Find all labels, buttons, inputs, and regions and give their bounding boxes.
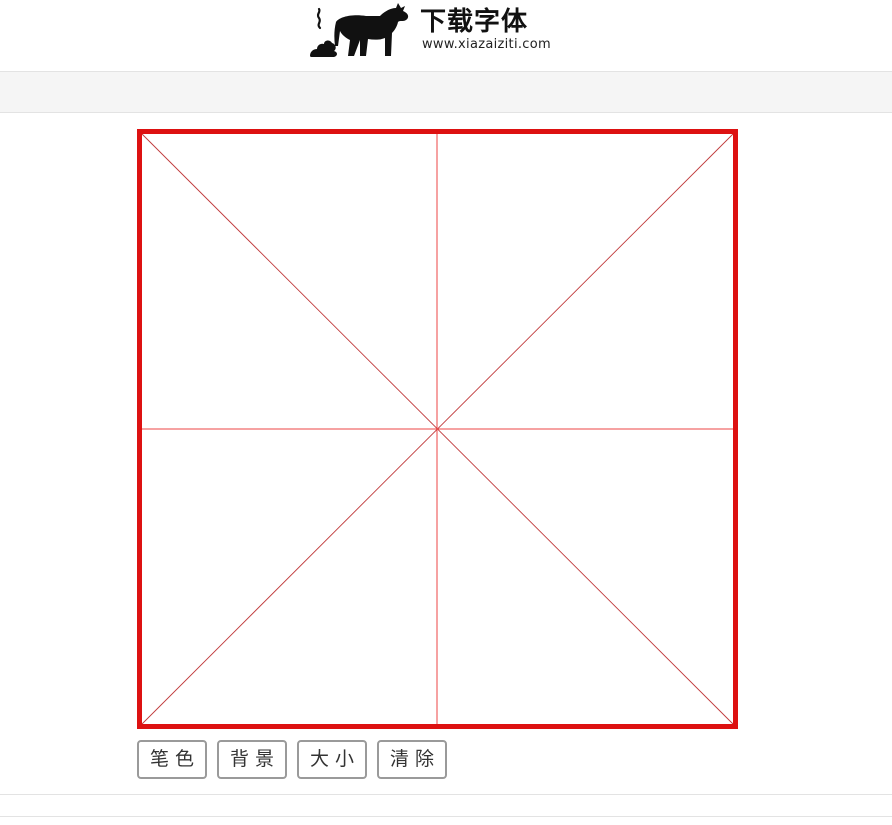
- background-button[interactable]: 背景: [217, 740, 287, 779]
- pen-color-button[interactable]: 笔色: [137, 740, 207, 779]
- logo-title: 下载字体: [420, 7, 529, 37]
- nav-bar: [0, 72, 892, 113]
- size-button[interactable]: 大小: [297, 740, 367, 779]
- logo-url: www.xiazaiziti.com: [422, 37, 551, 52]
- footer-divider-bottom: [0, 816, 892, 817]
- cow-logo-icon: [310, 3, 409, 57]
- site-logo[interactable]: 下载字体 www.xiazaiziti.com: [308, 0, 568, 60]
- footer-divider-top: [0, 794, 892, 795]
- calligraphy-canvas[interactable]: [137, 129, 738, 729]
- canvas-toolbar: 笔色 背景 大小 清除: [137, 740, 537, 779]
- clear-button[interactable]: 清除: [377, 740, 447, 779]
- mi-grid: [137, 129, 738, 729]
- site-header: 下载字体 www.xiazaiziti.com: [0, 0, 892, 72]
